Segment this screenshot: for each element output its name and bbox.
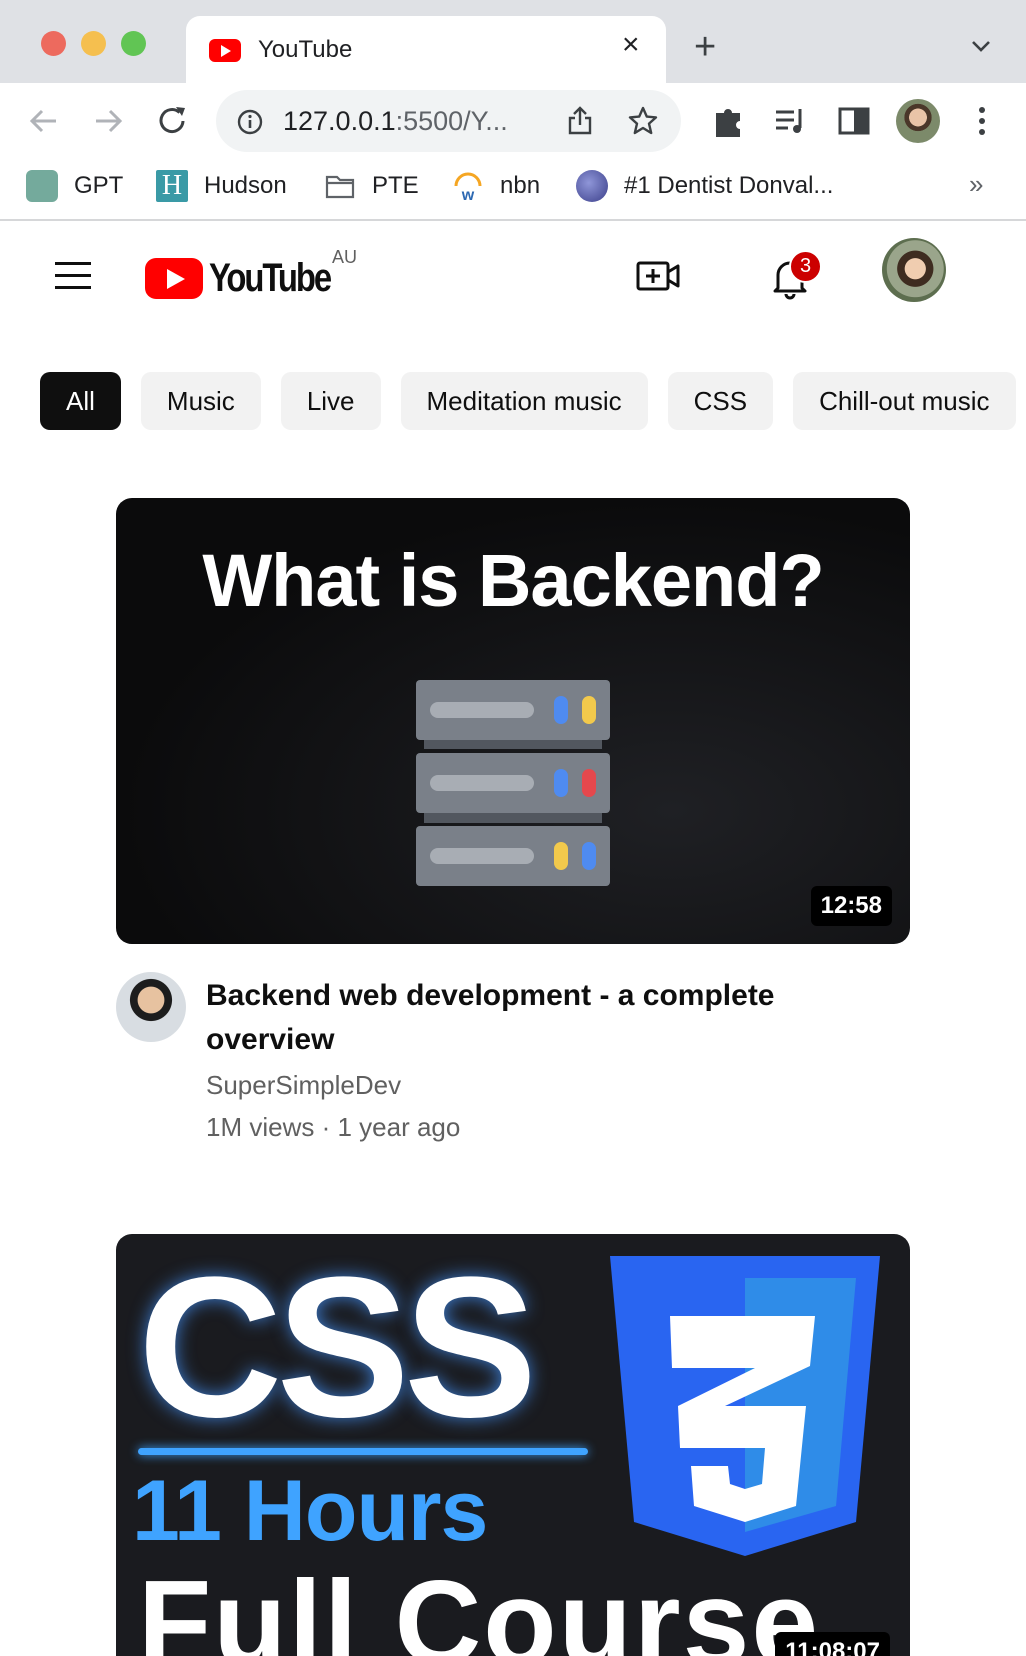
- bookmark-gpt[interactable]: GPT: [26, 169, 123, 203]
- url-text[interactable]: 127.0.0.1:5500/Y...: [283, 106, 508, 137]
- tab-title: YouTube: [258, 36, 353, 63]
- thumbnail-subheadline: 11 Hours: [132, 1463, 488, 1559]
- video-duration: 11:08:07: [775, 1632, 890, 1656]
- hudson-icon: H: [156, 170, 188, 202]
- country-code: AU: [332, 247, 358, 267]
- chip-music[interactable]: Music: [140, 372, 261, 430]
- bookmarks-bar: GPT H Hudson PTE w nbn #1 Dentist Donval…: [0, 161, 1026, 221]
- bookmark-label: nbn: [500, 172, 541, 199]
- logo-text: YouTube: [209, 255, 332, 300]
- thumbnail-underline: [138, 1448, 588, 1455]
- folder-icon: [325, 175, 355, 199]
- browser-tab-youtube[interactable]: YouTube ×: [186, 16, 666, 83]
- address-bar[interactable]: 127.0.0.1:5500/Y...: [216, 90, 681, 152]
- chip-all[interactable]: All: [40, 372, 121, 430]
- bookmark-pte[interactable]: PTE: [324, 169, 419, 203]
- bookmark-label: GPT: [74, 172, 124, 199]
- chatgpt-icon: [26, 170, 58, 202]
- bookmark-nbn[interactable]: w nbn: [452, 169, 540, 203]
- bookmark-star-icon[interactable]: [628, 106, 658, 136]
- site-info-icon[interactable]: [237, 109, 263, 135]
- video-meta: 1M views · 1 year ago: [206, 1112, 461, 1142]
- more-options-icon[interactable]: [962, 101, 1002, 141]
- dentist-icon: [576, 170, 608, 202]
- profile-avatar[interactable]: [896, 99, 940, 143]
- browser-toolbar: 127.0.0.1:5500/Y...: [0, 83, 1026, 173]
- close-window-button[interactable]: [41, 31, 66, 56]
- create-video-icon[interactable]: [636, 260, 680, 292]
- nbn-icon: w: [454, 172, 482, 202]
- bookmark-dentist[interactable]: #1 Dentist Donval...: [576, 169, 833, 203]
- chip-meditation-music[interactable]: Meditation music: [400, 372, 648, 430]
- media-playlist-icon[interactable]: [770, 101, 810, 141]
- chip-css[interactable]: CSS: [667, 372, 774, 430]
- bookmark-label: Hudson: [204, 172, 287, 199]
- menu-icon[interactable]: [55, 262, 91, 290]
- channel-avatar[interactable]: [116, 972, 186, 1042]
- more-bookmarks-button[interactable]: »: [969, 169, 983, 200]
- channel-name[interactable]: SuperSimpleDev: [206, 1070, 401, 1101]
- thumbnail-headline: What is Backend?: [202, 539, 824, 622]
- svg-text:w: w: [461, 187, 475, 202]
- chevron-down-icon[interactable]: [970, 35, 992, 57]
- bookmark-hudson[interactable]: H Hudson: [156, 169, 287, 203]
- back-arrow-icon[interactable]: [24, 101, 64, 141]
- maximize-window-button[interactable]: [121, 31, 146, 56]
- close-tab-icon[interactable]: ×: [622, 30, 640, 60]
- youtube-logo[interactable]: YouTube: [145, 256, 357, 300]
- video-duration: 12:58: [810, 886, 892, 926]
- bookmark-label: PTE: [372, 172, 419, 199]
- chip-chill-out-music[interactable]: Chill-out music: [793, 372, 1016, 430]
- css3-logo-icon: [610, 1256, 880, 1556]
- side-panel-icon[interactable]: [834, 101, 874, 141]
- video-title[interactable]: Backend web development - a complete ove…: [206, 974, 846, 1062]
- share-icon[interactable]: [566, 106, 594, 136]
- youtube-favicon-icon: [209, 39, 241, 62]
- video-thumbnail[interactable]: CSS 11 Hours Full Course 11:08:07: [116, 1234, 910, 1656]
- new-tab-icon[interactable]: +: [694, 28, 716, 66]
- extensions-puzzle-icon[interactable]: [708, 101, 748, 141]
- youtube-play-icon: [145, 257, 203, 299]
- minimize-window-button[interactable]: [81, 31, 106, 56]
- chip-live[interactable]: Live: [280, 372, 381, 430]
- thumbnail-caption: Full Course: [138, 1556, 821, 1656]
- account-avatar[interactable]: [882, 238, 946, 302]
- server-rack-icon: [416, 680, 610, 886]
- notification-count-badge: 3: [789, 250, 822, 283]
- thumbnail-headline: CSS: [138, 1236, 537, 1459]
- forward-arrow-icon[interactable]: [88, 101, 128, 141]
- category-chips: All Music Live Meditation music CSS Chil…: [40, 372, 1016, 430]
- browser-tabstrip: YouTube × +: [0, 0, 1026, 83]
- video-thumbnail[interactable]: What is Backend? 12:58: [116, 498, 910, 944]
- reload-icon[interactable]: [152, 101, 192, 141]
- bookmark-label: #1 Dentist Donval...: [624, 172, 834, 199]
